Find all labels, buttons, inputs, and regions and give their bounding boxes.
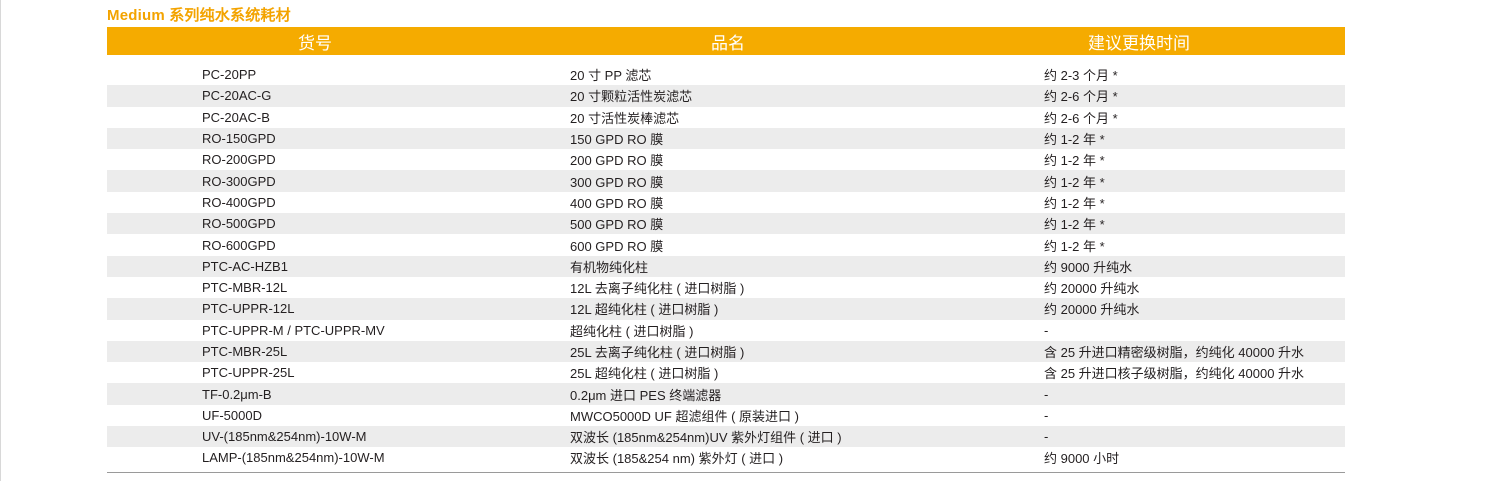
- cell-product-name: MWCO5000D UF 超滤组件 ( 原装进口 ): [570, 408, 799, 424]
- cell-replacement-interval: 含 25 升进口核子级树脂，约纯化 40000 升水: [1044, 366, 1305, 382]
- table-row: RO-150GPD 150 GPD RO 膜 约 1-2 年 *: [107, 127, 1345, 150]
- cell-product-name: 150 GPD RO 膜: [570, 132, 664, 148]
- cell-item-number: PC-20AC-B: [202, 109, 270, 125]
- table-row: PTC-MBR-25L 25L 去离子纯化柱 ( 进口树脂 ) 含 25 升进口精密…: [107, 340, 1345, 363]
- cell-replacement-interval: 约 2-6 个月 *: [1044, 110, 1118, 126]
- cell-item-number: RO-150GPD: [202, 131, 276, 147]
- cell-item-number: PTC-AC-HZB1: [202, 258, 288, 274]
- table-row: UV-(185nm&254nm)-10W-M 双波长 (185nm&254nm)U…: [107, 426, 1345, 448]
- table-row: PTC-AC-HZB1 有机物纯化柱 约 9000 升纯水: [107, 255, 1345, 277]
- cell-product-name: 400 GPD RO 膜: [570, 195, 664, 211]
- cell-replacement-interval: 约 2-6 个月 *: [1044, 89, 1118, 105]
- cell-item-number: RO-400GPD: [202, 194, 276, 210]
- section-title: Medium 系列纯水系统耗材: [107, 7, 291, 24]
- table-row: PTC-MBR-12L 12L 去离子纯化柱 ( 进口树脂 ) 约 20000 升纯…: [107, 277, 1345, 298]
- cell-product-name: 25L 去离子纯化柱 ( 进口树脂 ): [570, 345, 745, 360]
- cell-item-number: PTC-UPPR-M / PTC-UPPR-MV: [202, 322, 385, 338]
- table-row: RO-600GPD 600 GPD RO 膜 约 1-2 年 *: [107, 234, 1345, 255]
- table-row: UF-5000D MWCO5000D UF 超滤组件 ( 原装进口 ) -: [107, 405, 1345, 426]
- table-row: RO-500GPD 500 GPD RO 膜 约 1-2 年 *: [107, 213, 1345, 235]
- cell-replacement-interval: -: [1044, 429, 1049, 445]
- cell-item-number: UF-5000D: [202, 407, 262, 423]
- cell-replacement-interval: 约 1-2 年 *: [1044, 174, 1105, 190]
- cell-item-number: UV-(185nm&254nm)-10W-M: [202, 429, 367, 445]
- cell-replacement-interval: 约 1-2 年 *: [1044, 132, 1105, 148]
- cell-product-name: 600 GPD RO 膜: [570, 238, 664, 254]
- cell-product-name: 500 GPD RO 膜: [570, 217, 664, 233]
- header-item-number: 货号: [298, 33, 332, 53]
- cell-product-name: 25L 超纯化柱 ( 进口树脂 ): [570, 366, 719, 382]
- table-row: PTC-UPPR-M / PTC-UPPR-MV 超纯化柱 ( 进口树脂 ) -: [107, 320, 1345, 341]
- cell-product-name: 20 寸活性炭棒滤芯: [570, 110, 680, 126]
- table-row: RO-400GPD 400 GPD RO 膜 约 1-2 年 *: [107, 192, 1345, 213]
- table-row: RO-200GPD 200 GPD RO 膜 约 1-2 年 *: [107, 149, 1345, 170]
- cell-item-number: RO-500GPD: [202, 216, 276, 232]
- cell-replacement-interval: 约 20000 升纯水: [1044, 302, 1140, 318]
- cell-replacement-interval: 约 1-2 年 *: [1044, 153, 1105, 169]
- cell-item-number: PTC-MBR-12L: [202, 280, 288, 296]
- header-product-name: 品名: [711, 33, 745, 53]
- cell-product-name: 20 寸颗粒活性炭滤芯: [570, 89, 693, 105]
- table-bottom-rule: [107, 471, 1345, 473]
- table-header: 货号 品名 建议更换时间: [107, 27, 1345, 55]
- cell-replacement-interval: -: [1044, 386, 1049, 402]
- cell-item-number: TF-0.2μm-B: [202, 386, 272, 402]
- cell-product-name: 0.2μm 进口 PES 终端滤器: [570, 387, 722, 403]
- header-spacer: [107, 55, 1345, 64]
- cell-product-name: 双波长 (185nm&254nm)UV 紫外灯组件 ( 进口 ): [570, 430, 842, 446]
- cell-item-number: RO-600GPD: [202, 237, 276, 253]
- page-left-edge: [0, 0, 1, 481]
- cell-replacement-interval: 约 1-2 年 *: [1044, 195, 1105, 211]
- cell-replacement-interval: 约 1-2 年 *: [1044, 217, 1105, 233]
- cell-replacement-interval: 含 25 升进口精密级树脂，约纯化 40000 升水: [1044, 345, 1305, 360]
- cell-replacement-interval: 约 20000 升纯水: [1044, 281, 1140, 297]
- cell-product-name: 12L 超纯化柱 ( 进口树脂 ): [570, 302, 719, 318]
- cell-item-number: PC-20AC-G: [202, 88, 272, 104]
- table-row: PTC-UPPR-25L 25L 超纯化柱 ( 进口树脂 ) 含 25 升进口核子级…: [107, 362, 1345, 383]
- cell-item-number: PC-20PP: [202, 67, 257, 83]
- cell-replacement-interval: -: [1044, 407, 1049, 423]
- cell-item-number: RO-300GPD: [202, 173, 276, 189]
- cell-replacement-interval: 约 1-2 年 *: [1044, 238, 1105, 254]
- table-row: PTC-UPPR-12L 12L 超纯化柱 ( 进口树脂 ) 约 20000 升纯水: [107, 298, 1345, 320]
- cell-product-name: 超纯化柱 ( 进口树脂 ): [570, 323, 694, 339]
- cell-product-name: 200 GPD RO 膜: [570, 153, 664, 169]
- consumables-table: 货号 品名 建议更换时间 PC-20PP 20 寸 PP 滤芯 约 2-3 个月 *…: [107, 27, 1345, 473]
- cell-product-name: 有机物纯化柱: [570, 259, 649, 275]
- table-row: PC-20AC-B 20 寸活性炭棒滤芯 约 2-6 个月 *: [107, 107, 1345, 128]
- table-row: LAMP-(185nm&254nm)-10W-M 双波长 (185&254 nm)…: [107, 447, 1345, 468]
- cell-product-name: 300 GPD RO 膜: [570, 174, 664, 190]
- table-row: RO-300GPD 300 GPD RO 膜 约 1-2 年 *: [107, 170, 1345, 192]
- cell-replacement-interval: 约 2-3 个月 *: [1044, 68, 1118, 84]
- cell-item-number: LAMP-(185nm&254nm)-10W-M: [202, 450, 385, 466]
- cell-item-number: RO-200GPD: [202, 152, 276, 168]
- cell-product-name: 双波长 (185&254 nm) 紫外灯 ( 进口 ): [570, 451, 784, 467]
- cell-item-number: PTC-MBR-25L: [202, 344, 288, 359]
- cell-item-number: PTC-UPPR-12L: [202, 301, 295, 317]
- cell-product-name: 12L 去离子纯化柱 ( 进口树脂 ): [570, 281, 745, 297]
- table-row: PC-20PP 20 寸 PP 滤芯 约 2-3 个月 *: [107, 64, 1345, 85]
- table-row: TF-0.2μm-B 0.2μm 进口 PES 终端滤器 -: [107, 383, 1345, 405]
- cell-replacement-interval: 约 9000 升纯水: [1044, 259, 1133, 275]
- table-body: PC-20PP 20 寸 PP 滤芯 约 2-3 个月 * PC-20AC-G 20 寸…: [107, 64, 1345, 469]
- table-row: PC-20AC-G 20 寸颗粒活性炭滤芯 约 2-6 个月 *: [107, 85, 1345, 107]
- cell-item-number: PTC-UPPR-25L: [202, 365, 295, 381]
- cell-replacement-interval: 约 9000 小时: [1044, 451, 1120, 467]
- cell-replacement-interval: -: [1044, 322, 1049, 338]
- header-replacement-interval: 建议更换时间: [1088, 33, 1190, 53]
- cell-product-name: 20 寸 PP 滤芯: [570, 68, 652, 84]
